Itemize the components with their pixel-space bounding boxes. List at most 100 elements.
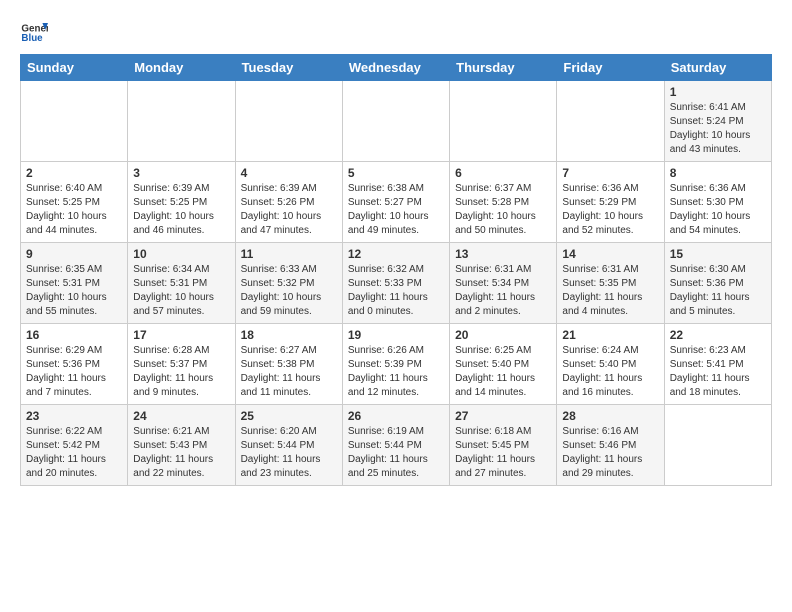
day-info: Sunrise: 6:31 AM Sunset: 5:34 PM Dayligh… <box>455 263 551 319</box>
calendar-empty-cell <box>557 81 664 162</box>
calendar-day-14: 14 Sunrise: 6:31 AM Sunset: 5:35 PM Dayli… <box>557 243 664 324</box>
day-number: 14 <box>562 247 658 261</box>
day-info: Sunrise: 6:32 AM Sunset: 5:33 PM Dayligh… <box>348 263 444 319</box>
day-info: Sunrise: 6:23 AM Sunset: 5:41 PM Dayligh… <box>670 344 766 400</box>
day-number: 22 <box>670 328 766 342</box>
day-number: 3 <box>133 166 229 180</box>
calendar-empty-cell <box>664 405 771 486</box>
day-info: Sunrise: 6:31 AM Sunset: 5:35 PM Dayligh… <box>562 263 658 319</box>
day-number: 25 <box>241 409 337 423</box>
day-number: 4 <box>241 166 337 180</box>
calendar-week-row: 16 Sunrise: 6:29 AM Sunset: 5:36 PM Dayli… <box>21 324 772 405</box>
calendar-header-row: SundayMondayTuesdayWednesdayThursdayFrid… <box>21 55 772 81</box>
day-number: 15 <box>670 247 766 261</box>
day-info: Sunrise: 6:18 AM Sunset: 5:45 PM Dayligh… <box>455 425 551 481</box>
calendar-week-row: 9 Sunrise: 6:35 AM Sunset: 5:31 PM Daylig… <box>21 243 772 324</box>
weekday-header-sunday: Sunday <box>21 55 128 81</box>
weekday-header-saturday: Saturday <box>664 55 771 81</box>
day-info: Sunrise: 6:38 AM Sunset: 5:27 PM Dayligh… <box>348 182 444 238</box>
calendar-empty-cell <box>342 81 449 162</box>
day-number: 20 <box>455 328 551 342</box>
day-info: Sunrise: 6:29 AM Sunset: 5:36 PM Dayligh… <box>26 344 122 400</box>
calendar-table: SundayMondayTuesdayWednesdayThursdayFrid… <box>20 54 772 486</box>
day-info: Sunrise: 6:20 AM Sunset: 5:44 PM Dayligh… <box>241 425 337 481</box>
day-info: Sunrise: 6:41 AM Sunset: 5:24 PM Dayligh… <box>670 101 766 157</box>
day-number: 28 <box>562 409 658 423</box>
day-info: Sunrise: 6:39 AM Sunset: 5:25 PM Dayligh… <box>133 182 229 238</box>
calendar-empty-cell <box>128 81 235 162</box>
logo-icon: General Blue <box>20 16 48 44</box>
day-number: 10 <box>133 247 229 261</box>
calendar-day-25: 25 Sunrise: 6:20 AM Sunset: 5:44 PM Dayli… <box>235 405 342 486</box>
calendar-week-row: 23 Sunrise: 6:22 AM Sunset: 5:42 PM Dayli… <box>21 405 772 486</box>
day-info: Sunrise: 6:25 AM Sunset: 5:40 PM Dayligh… <box>455 344 551 400</box>
day-number: 13 <box>455 247 551 261</box>
calendar-day-19: 19 Sunrise: 6:26 AM Sunset: 5:39 PM Dayli… <box>342 324 449 405</box>
calendar-day-1: 1 Sunrise: 6:41 AM Sunset: 5:24 PM Daylig… <box>664 81 771 162</box>
day-info: Sunrise: 6:30 AM Sunset: 5:36 PM Dayligh… <box>670 263 766 319</box>
day-info: Sunrise: 6:22 AM Sunset: 5:42 PM Dayligh… <box>26 425 122 481</box>
day-number: 6 <box>455 166 551 180</box>
weekday-header-tuesday: Tuesday <box>235 55 342 81</box>
day-info: Sunrise: 6:28 AM Sunset: 5:37 PM Dayligh… <box>133 344 229 400</box>
weekday-header-wednesday: Wednesday <box>342 55 449 81</box>
day-info: Sunrise: 6:37 AM Sunset: 5:28 PM Dayligh… <box>455 182 551 238</box>
day-number: 21 <box>562 328 658 342</box>
day-number: 5 <box>348 166 444 180</box>
weekday-header-thursday: Thursday <box>450 55 557 81</box>
calendar-day-16: 16 Sunrise: 6:29 AM Sunset: 5:36 PM Dayli… <box>21 324 128 405</box>
day-number: 1 <box>670 85 766 99</box>
day-number: 9 <box>26 247 122 261</box>
day-info: Sunrise: 6:27 AM Sunset: 5:38 PM Dayligh… <box>241 344 337 400</box>
calendar-day-5: 5 Sunrise: 6:38 AM Sunset: 5:27 PM Daylig… <box>342 162 449 243</box>
calendar-empty-cell <box>450 81 557 162</box>
calendar-empty-cell <box>235 81 342 162</box>
day-number: 11 <box>241 247 337 261</box>
day-number: 17 <box>133 328 229 342</box>
calendar-day-24: 24 Sunrise: 6:21 AM Sunset: 5:43 PM Dayli… <box>128 405 235 486</box>
calendar-day-22: 22 Sunrise: 6:23 AM Sunset: 5:41 PM Dayli… <box>664 324 771 405</box>
calendar-day-4: 4 Sunrise: 6:39 AM Sunset: 5:26 PM Daylig… <box>235 162 342 243</box>
calendar-day-2: 2Sunrise: 6:40 AM Sunset: 5:25 PM Daylig… <box>21 162 128 243</box>
weekday-header-friday: Friday <box>557 55 664 81</box>
calendar-empty-cell <box>21 81 128 162</box>
day-info: Sunrise: 6:34 AM Sunset: 5:31 PM Dayligh… <box>133 263 229 319</box>
weekday-header-monday: Monday <box>128 55 235 81</box>
day-info: Sunrise: 6:39 AM Sunset: 5:26 PM Dayligh… <box>241 182 337 238</box>
day-info: Sunrise: 6:36 AM Sunset: 5:30 PM Dayligh… <box>670 182 766 238</box>
day-number: 24 <box>133 409 229 423</box>
day-number: 23 <box>26 409 122 423</box>
calendar-day-6: 6 Sunrise: 6:37 AM Sunset: 5:28 PM Daylig… <box>450 162 557 243</box>
calendar-day-21: 21Sunrise: 6:24 AM Sunset: 5:40 PM Dayli… <box>557 324 664 405</box>
calendar-day-27: 27 Sunrise: 6:18 AM Sunset: 5:45 PM Dayli… <box>450 405 557 486</box>
day-number: 12 <box>348 247 444 261</box>
day-info: Sunrise: 6:16 AM Sunset: 5:46 PM Dayligh… <box>562 425 658 481</box>
day-info: Sunrise: 6:36 AM Sunset: 5:29 PM Dayligh… <box>562 182 658 238</box>
day-number: 27 <box>455 409 551 423</box>
day-number: 8 <box>670 166 766 180</box>
day-info: Sunrise: 6:35 AM Sunset: 5:31 PM Dayligh… <box>26 263 122 319</box>
day-number: 2 <box>26 166 122 180</box>
day-info: Sunrise: 6:26 AM Sunset: 5:39 PM Dayligh… <box>348 344 444 400</box>
calendar-day-10: 10 Sunrise: 6:34 AM Sunset: 5:31 PM Dayli… <box>128 243 235 324</box>
svg-text:Blue: Blue <box>21 33 43 44</box>
calendar-week-row: 1 Sunrise: 6:41 AM Sunset: 5:24 PM Daylig… <box>21 81 772 162</box>
calendar-day-18: 18Sunrise: 6:27 AM Sunset: 5:38 PM Dayli… <box>235 324 342 405</box>
calendar-day-15: 15 Sunrise: 6:30 AM Sunset: 5:36 PM Dayli… <box>664 243 771 324</box>
day-number: 7 <box>562 166 658 180</box>
calendar-day-17: 17 Sunrise: 6:28 AM Sunset: 5:37 PM Dayli… <box>128 324 235 405</box>
calendar-day-28: 28 Sunrise: 6:16 AM Sunset: 5:46 PM Dayli… <box>557 405 664 486</box>
day-info: Sunrise: 6:21 AM Sunset: 5:43 PM Dayligh… <box>133 425 229 481</box>
page-header: General Blue <box>20 16 772 44</box>
day-number: 19 <box>348 328 444 342</box>
day-number: 16 <box>26 328 122 342</box>
calendar-day-7: 7 Sunrise: 6:36 AM Sunset: 5:29 PM Daylig… <box>557 162 664 243</box>
calendar-day-26: 26Sunrise: 6:19 AM Sunset: 5:44 PM Dayli… <box>342 405 449 486</box>
day-info: Sunrise: 6:19 AM Sunset: 5:44 PM Dayligh… <box>348 425 444 481</box>
calendar-day-3: 3 Sunrise: 6:39 AM Sunset: 5:25 PM Daylig… <box>128 162 235 243</box>
calendar-day-12: 12 Sunrise: 6:32 AM Sunset: 5:33 PM Dayli… <box>342 243 449 324</box>
calendar-day-23: 23 Sunrise: 6:22 AM Sunset: 5:42 PM Dayli… <box>21 405 128 486</box>
calendar-week-row: 2Sunrise: 6:40 AM Sunset: 5:25 PM Daylig… <box>21 162 772 243</box>
calendar-day-9: 9 Sunrise: 6:35 AM Sunset: 5:31 PM Daylig… <box>21 243 128 324</box>
logo: General Blue <box>20 16 52 44</box>
